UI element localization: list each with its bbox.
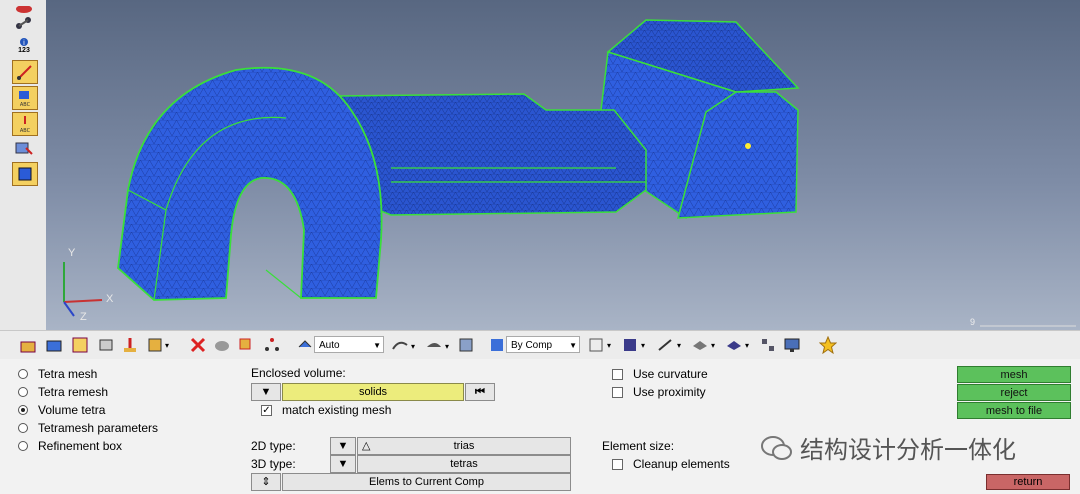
display-elements-icon[interactable] — [44, 335, 64, 355]
isolate-icon[interactable] — [120, 335, 140, 355]
axis-triad — [63, 262, 103, 317]
find-entities-icon[interactable] — [70, 335, 90, 355]
option-tetramesh-parameters[interactable]: Tetramesh parameters — [18, 421, 158, 435]
shaded-elements-dropdown-icon[interactable]: ▾ — [620, 335, 648, 355]
mesh-quality-icon[interactable] — [12, 138, 36, 160]
node-tree-icon[interactable] — [262, 335, 282, 355]
monitor-icon[interactable] — [782, 335, 802, 355]
svg-text:▾: ▾ — [445, 342, 449, 351]
cleanup-elements-label: Cleanup elements — [633, 457, 730, 471]
radio-icon[interactable] — [18, 423, 28, 433]
svg-text:▾: ▾ — [165, 341, 169, 350]
svg-text:▾: ▾ — [677, 341, 681, 350]
svg-text:i: i — [23, 39, 25, 47]
favorite-star-icon[interactable] — [818, 335, 838, 355]
reset-selection-icon[interactable]: ⏮ — [465, 383, 495, 401]
radio-icon[interactable] — [18, 369, 28, 379]
type2d-dropdown[interactable]: ▼ — [330, 437, 356, 455]
type3d-dropdown[interactable]: ▼ — [330, 455, 356, 473]
info-label: 123 — [18, 46, 30, 54]
shaded-view-icon[interactable] — [212, 335, 232, 355]
axis-label-y: Y — [68, 247, 76, 259]
color-mode-icon[interactable] — [488, 335, 506, 355]
type2d-field[interactable]: △ trias — [357, 437, 571, 455]
graphics-viewport[interactable]: Y X Z 9 — [46, 0, 1080, 330]
wechat-logo-icon — [761, 435, 792, 460]
solids-selector-dropdown[interactable]: ▼ — [251, 383, 281, 401]
mesh-button[interactable]: mesh — [957, 366, 1071, 383]
reverse-display-icon[interactable] — [236, 335, 256, 355]
type3d-label: 3D type: — [251, 457, 296, 471]
watermark: 结构设计分析一体化 — [760, 430, 1016, 465]
match-existing-mesh-checkbox[interactable]: ✓ — [261, 405, 272, 416]
wireframe-dropdown-icon[interactable]: ▾ — [586, 335, 614, 355]
cleanup-elements-checkbox[interactable] — [612, 459, 623, 470]
triangle-icon: △ — [362, 440, 371, 452]
measure-icon[interactable] — [12, 60, 38, 84]
axis-label-x: X — [106, 293, 114, 305]
option-tetra-mesh[interactable]: Tetra mesh — [18, 367, 97, 381]
use-proximity-label: Use proximity — [633, 385, 706, 399]
use-curvature-checkbox[interactable] — [612, 369, 623, 380]
render-mode-icon[interactable] — [296, 335, 314, 355]
info-icon[interactable]: i 123 — [12, 34, 36, 56]
elems-toggle-icon[interactable]: ⇕ — [251, 473, 281, 491]
mask-dropdown-icon[interactable]: ▾ — [146, 335, 170, 355]
axis-label-z: Z — [80, 311, 87, 323]
svg-text:ABC: ABC — [20, 102, 31, 107]
svg-text:▾: ▾ — [745, 341, 749, 350]
option-tetra-remesh[interactable]: Tetra remesh — [18, 385, 108, 399]
svg-text:ABC: ABC — [20, 128, 31, 133]
plane-dropdown-icon[interactable]: ▾ — [690, 335, 718, 355]
svg-text:▾: ▾ — [711, 341, 715, 350]
type3d-field[interactable]: tetras — [357, 455, 571, 473]
elems-to-current-comp-field[interactable]: Elems to Current Comp — [282, 473, 571, 491]
svg-text:▾: ▾ — [411, 342, 415, 351]
element-size-label: Element size: — [602, 439, 675, 453]
svg-text:▾: ▾ — [641, 341, 645, 350]
radio-icon[interactable] — [18, 387, 28, 397]
mesh-to-file-button[interactable]: mesh to file — [957, 402, 1071, 419]
element-label-icon[interactable]: ABC — [12, 86, 38, 110]
option-volume-tetra[interactable]: Volume tetra — [18, 403, 105, 417]
display-geometry-icon[interactable] — [96, 335, 116, 355]
option-refinement-box[interactable]: Refinement box — [18, 439, 122, 453]
left-toolbar: i 123 ABC ABC — [0, 0, 47, 330]
solid-view-icon[interactable] — [456, 335, 476, 355]
reject-button[interactable]: reject — [957, 384, 1071, 401]
use-proximity-checkbox[interactable] — [612, 387, 623, 398]
tetramesh-panel: Tetra mesh Tetra remesh Volume tetra Tet… — [0, 359, 1080, 494]
radio-icon[interactable] — [18, 441, 28, 451]
display-components-icon[interactable] — [18, 335, 38, 355]
color-by-select[interactable]: By Comp ▼ — [506, 336, 580, 353]
component-icon[interactable] — [12, 162, 38, 186]
enclosed-volume-label: Enclosed volume: — [251, 366, 346, 380]
match-existing-mesh-label: match existing mesh — [282, 403, 392, 417]
geometry-style-dropdown-icon[interactable]: ▾ — [390, 335, 418, 355]
delete-icon[interactable] — [188, 335, 208, 355]
svg-text:▾: ▾ — [607, 341, 611, 350]
graph-icon[interactable] — [12, 12, 36, 34]
tetra-mesh-model: Y X Z 9 — [63, 19, 1076, 327]
connectors-icon[interactable] — [758, 335, 778, 355]
node-label-icon[interactable]: ABC — [12, 112, 38, 136]
mesh-toolbar: ▾ Auto ▼ ▾ ▾ By Comp ▼ ▾ ▾ ▾ ▾ ▾ — [0, 330, 1080, 360]
scale-label: 9 — [970, 317, 975, 327]
type2d-label: 2D type: — [251, 439, 296, 453]
line-style-dropdown-icon[interactable]: ▾ — [656, 335, 684, 355]
surface-dropdown-icon[interactable]: ▾ — [724, 335, 752, 355]
radio-selected-icon[interactable] — [18, 405, 28, 415]
mesh-visibility-select[interactable]: Auto ▼ — [314, 336, 384, 353]
solids-collector[interactable]: solids — [282, 383, 464, 401]
return-button[interactable]: return — [986, 474, 1070, 490]
use-curvature-label: Use curvature — [633, 367, 708, 381]
element-style-dropdown-icon[interactable]: ▾ — [424, 335, 452, 355]
